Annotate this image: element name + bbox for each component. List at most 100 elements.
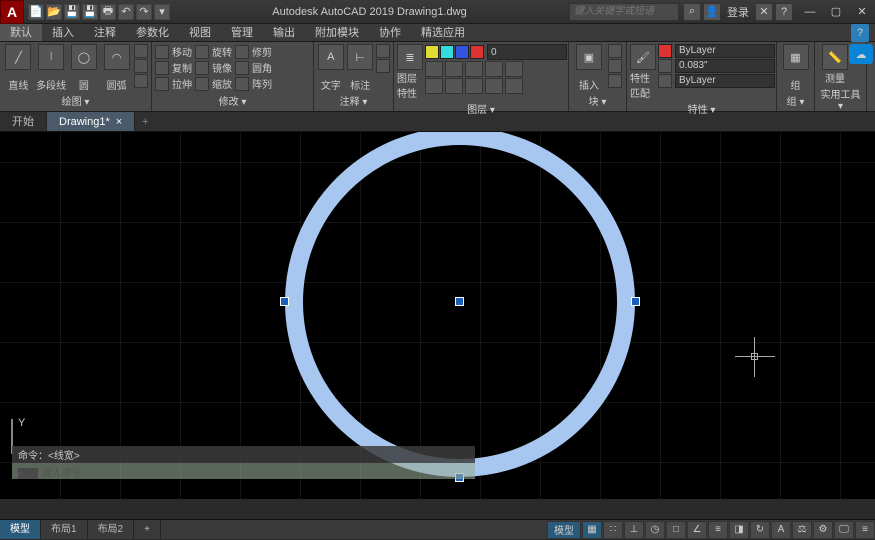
panel-block-title[interactable]: 块 ▾ — [572, 92, 623, 109]
search-input[interactable] — [569, 3, 679, 21]
panel-props-title[interactable]: 特性 ▾ — [630, 100, 773, 117]
layeriso-icon[interactable] — [425, 61, 443, 77]
maximize-button[interactable]: ▢ — [823, 2, 849, 22]
hatch-icon[interactable] — [134, 59, 148, 73]
command-line[interactable]: 命令：<线宽> ▸_ 键入命令 — [12, 446, 475, 479]
stretch-icon[interactable] — [155, 77, 169, 91]
layerprev-icon[interactable] — [445, 78, 463, 94]
layerprops-button[interactable]: ≣图层特性 — [397, 44, 423, 100]
tab-insert[interactable]: 插入 — [42, 24, 84, 41]
help-icon[interactable]: ? — [775, 3, 793, 21]
selected-circle[interactable] — [285, 132, 635, 477]
status-snap-icon[interactable]: ∷ — [603, 521, 623, 539]
fillet-icon[interactable] — [235, 61, 249, 75]
close-tab-icon[interactable]: × — [116, 112, 122, 132]
signin-icon[interactable]: 👤 — [703, 3, 721, 21]
attr-block-icon[interactable] — [608, 74, 622, 88]
rotate-icon[interactable] — [195, 45, 209, 59]
layermch-icon[interactable] — [505, 61, 523, 77]
redo-icon[interactable]: ↷ — [136, 4, 152, 20]
grip-left[interactable] — [280, 297, 289, 306]
layer-on-icon[interactable] — [425, 45, 439, 59]
tab-featured[interactable]: 精选应用 — [411, 24, 475, 41]
save-icon[interactable]: 💾 — [64, 4, 80, 20]
status-monitor-icon[interactable]: 🖵 — [834, 521, 854, 539]
tab-output[interactable]: 输出 — [263, 24, 305, 41]
command-input[interactable]: ▸_ 键入命令 — [12, 463, 475, 479]
array-icon[interactable] — [235, 77, 249, 91]
status-anno-icon[interactable]: A — [771, 521, 791, 539]
layer-lock-icon[interactable] — [455, 45, 469, 59]
copy-icon[interactable] — [155, 61, 169, 75]
layerfrz-icon[interactable] — [465, 61, 483, 77]
login-label[interactable]: 登录 — [723, 4, 753, 20]
status-transp-icon[interactable]: ◨ — [729, 521, 749, 539]
measure-button[interactable]: 📏测量 — [818, 44, 852, 85]
layerlck-icon[interactable] — [485, 61, 503, 77]
group-button[interactable]: ▦组 — [780, 44, 811, 92]
color-swatch[interactable] — [658, 44, 672, 58]
status-osnap-icon[interactable]: □ — [666, 521, 686, 539]
layerstate-icon[interactable] — [485, 78, 503, 94]
qat-dropdown-icon[interactable]: ▾ — [154, 4, 170, 20]
polyline-button[interactable]: ⦚多段线 — [36, 44, 67, 92]
plot-icon[interactable]: 🖶 — [100, 4, 116, 20]
grip-center[interactable] — [455, 297, 464, 306]
mirror-icon[interactable] — [195, 61, 209, 75]
status-otrack-icon[interactable]: ∠ — [687, 521, 707, 539]
tab-default[interactable]: 默认 — [0, 24, 42, 41]
status-workspace-icon[interactable]: ⚙ — [813, 521, 833, 539]
panel-annot-title[interactable]: 注释 ▾ — [317, 92, 390, 109]
color-combo[interactable]: ByLayer — [675, 44, 775, 58]
status-custom-icon[interactable]: ≡ — [855, 521, 875, 539]
status-ortho-icon[interactable]: ⊥ — [624, 521, 644, 539]
line-button[interactable]: ╱直线 — [3, 44, 34, 92]
tab-view[interactable]: 视图 — [179, 24, 221, 41]
ltype-combo[interactable]: ByLayer — [675, 74, 775, 88]
layeroff-icon[interactable] — [445, 61, 463, 77]
close-button[interactable]: ✕ — [849, 2, 875, 22]
drawing-canvas[interactable]: Y 命令：<线宽> ▸_ 键入命令 — [0, 132, 875, 499]
tab-addins[interactable]: 附加模块 — [305, 24, 369, 41]
circle-button[interactable]: ◯圆 — [69, 44, 100, 92]
layout-add[interactable]: + — [134, 520, 161, 539]
panel-group-title[interactable]: 组 ▾ — [780, 92, 811, 109]
matchprop-button[interactable]: 🖌特性匹配 — [630, 44, 656, 100]
layermerge-icon[interactable] — [505, 78, 523, 94]
panel-draw-title[interactable]: 绘图 ▾ — [3, 92, 148, 109]
tab-start[interactable]: 开始 — [0, 112, 47, 131]
layout-model[interactable]: 模型 — [0, 520, 41, 539]
layercur-icon[interactable] — [425, 78, 443, 94]
exchange-icon[interactable]: ✕ — [755, 3, 773, 21]
layer-combo[interactable]: 0 — [487, 44, 567, 60]
share-icon[interactable]: ☁ — [849, 44, 873, 64]
status-polar-icon[interactable]: ◷ — [645, 521, 665, 539]
ellipse-icon[interactable] — [134, 74, 148, 88]
infocenter-icon[interactable]: ⌕ — [683, 3, 701, 21]
tab-manage[interactable]: 管理 — [221, 24, 263, 41]
tab-collab[interactable]: 协作 — [369, 24, 411, 41]
tab-drawing1[interactable]: Drawing1*× — [47, 112, 135, 131]
tab-parametric[interactable]: 参数化 — [126, 24, 179, 41]
add-tab-button[interactable]: + — [135, 112, 155, 131]
layer-freeze-icon[interactable] — [440, 45, 454, 59]
open-icon[interactable]: 📂 — [46, 4, 62, 20]
table-icon[interactable] — [376, 59, 390, 73]
rect-icon[interactable] — [134, 44, 148, 58]
status-lweight-icon[interactable]: ≡ — [708, 521, 728, 539]
status-cycle-icon[interactable]: ↻ — [750, 521, 770, 539]
app-logo[interactable]: A — [0, 0, 24, 24]
create-block-icon[interactable] — [608, 44, 622, 58]
move-icon[interactable] — [155, 45, 169, 59]
panel-util-title[interactable]: 实用工具 ▾ — [818, 85, 863, 113]
leader-icon[interactable] — [376, 44, 390, 58]
undo-icon[interactable]: ↶ — [118, 4, 134, 20]
new-icon[interactable]: 📄 — [28, 4, 44, 20]
status-scale-icon[interactable]: ⚖ — [792, 521, 812, 539]
layerwalk-icon[interactable] — [465, 78, 483, 94]
layer-plot-icon[interactable] — [470, 45, 484, 59]
saveas-icon[interactable]: 💾 — [82, 4, 98, 20]
text-button[interactable]: A文字 — [317, 44, 345, 92]
dimension-button[interactable]: ⊢标注 — [347, 44, 375, 92]
tab-annotate[interactable]: 注释 — [84, 24, 126, 41]
